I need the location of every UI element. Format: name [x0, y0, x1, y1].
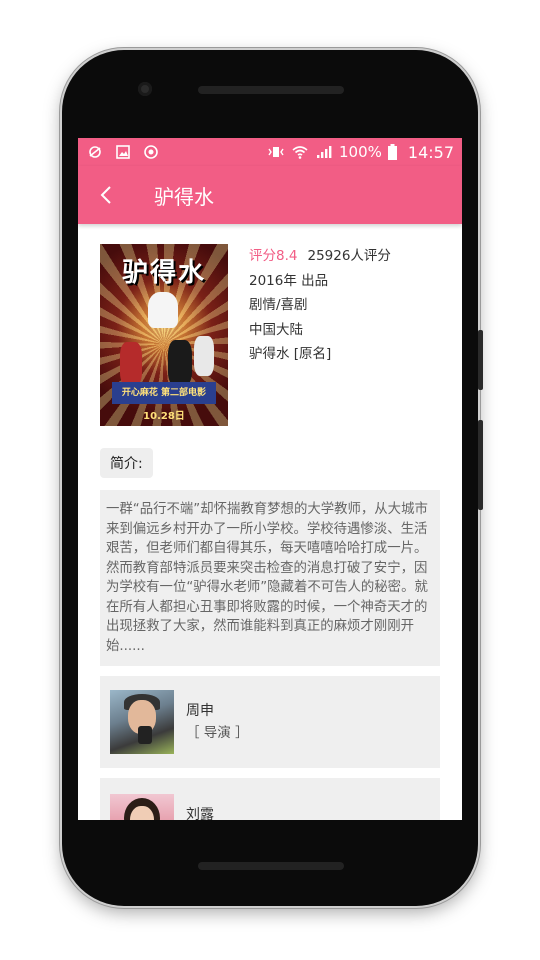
country: 中国大陆: [249, 321, 303, 338]
page-title: 驴得水: [154, 184, 214, 209]
poster-figure: [168, 340, 192, 386]
wifi-icon: [291, 144, 309, 160]
genre: 剧情/喜剧: [249, 297, 308, 313]
cast-item-director[interactable]: 周申 ［ 导演 ］: [100, 676, 440, 768]
clock: 14:57: [407, 142, 454, 162]
back-button[interactable]: [78, 166, 134, 224]
rating-line: 评分8.4 25926人评分: [249, 244, 391, 269]
mute-icon: [86, 144, 104, 160]
movie-detail: 驴得水 开心麻花 第二部电影 10.28日 评分8.4 25926人评分 2016…: [78, 224, 462, 820]
poster-figure: [194, 336, 214, 376]
chevron-left-icon: [100, 186, 111, 204]
person-role: ［ 导演 ］: [186, 725, 249, 741]
intro-label: 简介:: [100, 448, 153, 478]
battery-icon: [388, 144, 398, 160]
poster-banner: 开心麻花 第二部电影: [112, 382, 216, 404]
battery-percent: 100%: [339, 143, 382, 161]
avatar: [110, 690, 174, 754]
rating-score: 评分8.4: [249, 248, 298, 264]
app-bar: 驴得水: [78, 166, 462, 224]
person-name: 周申: [186, 703, 214, 719]
movie-info: 评分8.4 25926人评分 2016年 出品 剧情/喜剧 中国大陆 驴得水 [原…: [249, 244, 391, 426]
phone-screen: 100% 14:57 驴得水 驴得水 开心麻花 第二部电影 10.28日 评分8…: [78, 138, 462, 820]
status-bar: 100% 14:57: [78, 138, 462, 166]
person-info: 刘露: [186, 794, 214, 820]
person-info: 周申 ［ 导演 ］: [186, 700, 249, 744]
vibrate-icon: [267, 144, 285, 160]
power-button: [478, 420, 483, 510]
release-year: 2016年 出品: [249, 272, 329, 289]
sync-icon: [142, 144, 160, 160]
movie-poster[interactable]: 驴得水 开心麻花 第二部电影 10.28日: [100, 244, 228, 426]
movie-header: 驴得水 开心麻花 第二部电影 10.28日 评分8.4 25926人评分 2016…: [100, 244, 440, 426]
earpiece-speaker: [198, 86, 344, 94]
poster-date: 10.28日: [143, 411, 185, 422]
signal-icon: [315, 144, 333, 160]
poster-figure: [120, 342, 142, 386]
rating-count: 25926人评分: [307, 248, 391, 264]
front-camera: [138, 82, 152, 96]
bottom-speaker: [198, 862, 344, 870]
volume-button: [478, 330, 483, 390]
poster-figure: [148, 292, 178, 328]
image-icon: [114, 144, 132, 160]
cast-item-actor[interactable]: 刘露: [100, 778, 440, 820]
intro-text: 一群“品行不端”却怀揣教育梦想的大学教师，从大城市来到偏远乡村开办了一所小学校。…: [100, 490, 440, 666]
original-name: 驴得水 [原名]: [249, 346, 332, 362]
person-name: 刘露: [186, 807, 214, 820]
poster-title-art: 驴得水: [121, 258, 206, 288]
avatar: [110, 794, 174, 820]
